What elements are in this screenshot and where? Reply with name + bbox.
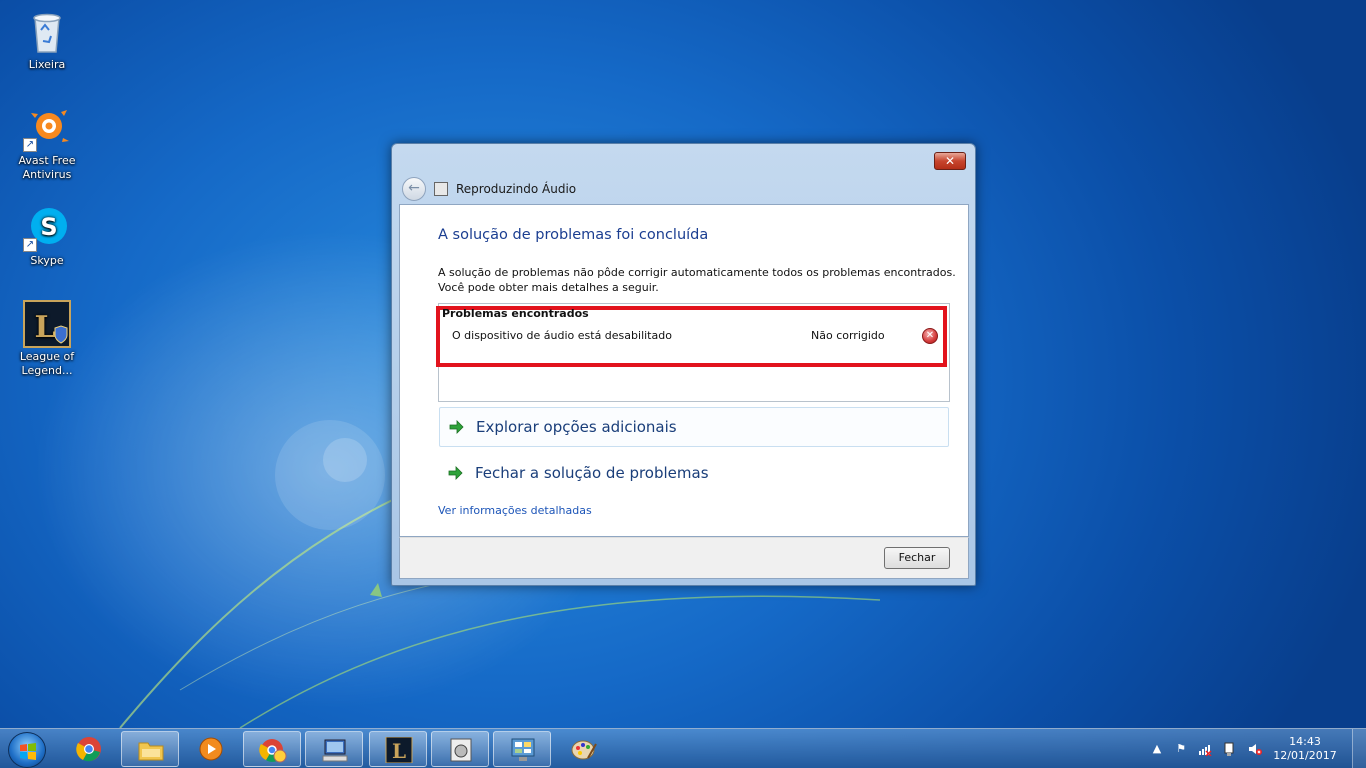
volume-muted-icon[interactable] <box>1248 742 1262 756</box>
dialog-content: A solução de problemas foi concluída A s… <box>399 204 969 537</box>
taskbar-chrome[interactable] <box>60 731 118 767</box>
svg-text:L: L <box>34 310 55 345</box>
green-arrow-icon <box>449 420 464 434</box>
network-icon[interactable] <box>1198 742 1212 757</box>
taskbar-troubleshooter[interactable] <box>431 731 489 767</box>
windows-logo-icon <box>20 743 36 760</box>
explore-options-label: Explorar opções adicionais <box>476 418 677 436</box>
troubleshooter-app-icon <box>434 182 448 196</box>
close-button[interactable]: Fechar <box>884 547 950 569</box>
show-desktop-button[interactable] <box>1352 729 1366 768</box>
problem-status: Não corrigido <box>811 329 885 342</box>
league-of-legends-icon: L <box>385 737 413 763</box>
start-button[interactable] <box>8 732 46 768</box>
taskbar-league-of-legends[interactable]: L <box>369 731 427 767</box>
taskbar-media-player[interactable] <box>182 731 240 767</box>
clock-time: 14:43 <box>1289 735 1321 748</box>
taskbar: L ▲ ⚑ 14:43 12/01/2017 <box>0 728 1366 768</box>
troubleshooter-window: ✕ ← Reproduzindo Áudio A solução de prob… <box>391 143 976 586</box>
description-line-2: Você pode obter mais detalhes a seguir. <box>438 281 659 294</box>
svg-text:L: L <box>392 739 406 763</box>
usb-device-icon[interactable] <box>1222 742 1236 756</box>
back-arrow-icon[interactable]: ← <box>402 177 426 201</box>
desktop-icon-avast[interactable]: ↗ Avast Free Antivirus <box>10 104 84 182</box>
close-troubleshooter-link[interactable]: Fechar a solução de problemas <box>439 453 949 493</box>
chrome-profile-icon <box>259 739 287 763</box>
monitor-icon <box>322 739 348 762</box>
window-close-button[interactable]: ✕ <box>934 152 966 170</box>
error-icon: ✕ <box>922 328 938 344</box>
shortcut-arrow-icon: ↗ <box>23 238 37 252</box>
taskbar-chrome-profile[interactable] <box>243 731 301 767</box>
folder-icon <box>138 742 164 761</box>
avast-icon: ↗ <box>23 104 71 152</box>
media-player-icon <box>199 737 223 761</box>
close-troubleshooter-label: Fechar a solução de problemas <box>475 464 709 482</box>
taskbar-explorer[interactable] <box>121 731 179 767</box>
green-arrow-icon <box>448 466 463 480</box>
view-details-link[interactable]: Ver informações detalhadas <box>438 504 592 517</box>
clock[interactable]: 14:43 12/01/2017 <box>1270 735 1340 763</box>
problems-header: Problemas encontrados <box>442 307 589 320</box>
desktop-icon-label: League of Legend... <box>19 350 75 377</box>
desktop-icon-label: Lixeira <box>28 58 66 71</box>
shortcut-arrow-icon: ↗ <box>23 138 37 152</box>
control-panel-icon <box>511 738 535 761</box>
league-of-legends-icon: L <box>23 300 71 348</box>
description-line-1: A solução de problemas não pôde corrigir… <box>438 266 956 279</box>
taskbar-remote-desktop[interactable] <box>305 731 363 767</box>
show-hidden-icons-icon[interactable]: ▲ <box>1150 742 1164 756</box>
desktop-icon-skype[interactable]: S ↗ Skype <box>10 204 84 268</box>
window-title: Reproduzindo Áudio <box>456 182 577 196</box>
explore-options-link[interactable]: Explorar opções adicionais <box>439 407 949 447</box>
clock-date: 12/01/2017 <box>1273 749 1337 762</box>
taskbar-control-panel[interactable] <box>493 731 551 767</box>
troubleshooter-icon <box>450 738 472 762</box>
description: A solução de problemas não pôde corrigir… <box>438 265 958 295</box>
svg-text:S: S <box>40 213 57 241</box>
desktop-icon-recycle-bin[interactable]: Lixeira <box>10 8 84 72</box>
recycle-bin-icon <box>23 8 71 56</box>
paint-palette-icon <box>571 740 597 760</box>
desktop-icon-label: Skype <box>30 254 64 267</box>
action-center-flag-icon[interactable]: ⚑ <box>1174 742 1188 756</box>
desktop-icon-league-of-legends[interactable]: L League of Legend... <box>10 300 84 378</box>
dialog-footer: Fechar <box>399 537 969 579</box>
skype-icon: S ↗ <box>23 204 71 252</box>
desktop-icon-label: Avast Free Antivirus <box>18 154 76 181</box>
page-heading: A solução de problemas foi concluída <box>438 227 709 243</box>
chrome-icon <box>76 737 101 762</box>
taskbar-paint[interactable] <box>555 731 613 767</box>
problem-name[interactable]: O dispositivo de áudio está desabilitado <box>452 329 672 342</box>
window-nav-bar: ← Reproduzindo Áudio <box>402 176 576 202</box>
